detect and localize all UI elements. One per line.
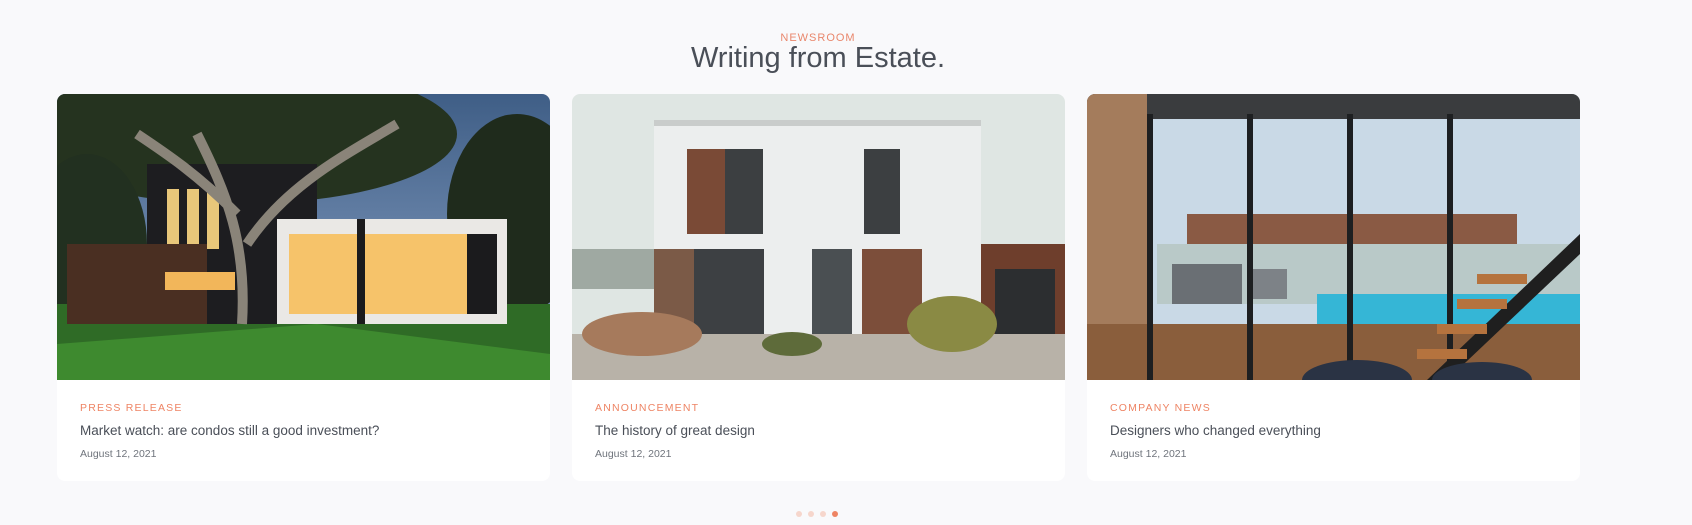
news-card[interactable]: PRESS RELEASE Market watch: are condos s…	[57, 94, 550, 481]
carousel-pagination	[796, 511, 838, 517]
pagination-dot[interactable]	[796, 511, 802, 517]
pool-interior-photo[interactable]	[1087, 94, 1580, 380]
card-title[interactable]: Designers who changed everything	[1110, 423, 1557, 438]
card-title[interactable]: Market watch: are condos still a good in…	[80, 423, 527, 438]
news-card[interactable]: COMPANY NEWS Designers who changed every…	[1087, 94, 1580, 481]
card-date: August 12, 2021	[595, 448, 672, 460]
card-category: ANNOUNCEMENT	[595, 402, 700, 414]
white-house-photo[interactable]	[572, 94, 1065, 380]
card-date: August 12, 2021	[80, 448, 157, 460]
modern-house-photo[interactable]	[57, 94, 550, 380]
section-title: Writing from Estate.	[690, 42, 946, 74]
news-card[interactable]: ANNOUNCEMENT The history of great design…	[572, 94, 1065, 481]
pagination-dot-active[interactable]	[832, 511, 838, 517]
pagination-dot[interactable]	[808, 511, 814, 517]
card-category: COMPANY NEWS	[1110, 402, 1211, 414]
card-category: PRESS RELEASE	[80, 402, 183, 414]
pagination-dot[interactable]	[820, 511, 826, 517]
card-date: August 12, 2021	[1110, 448, 1187, 460]
card-title[interactable]: The history of great design	[595, 423, 1042, 438]
